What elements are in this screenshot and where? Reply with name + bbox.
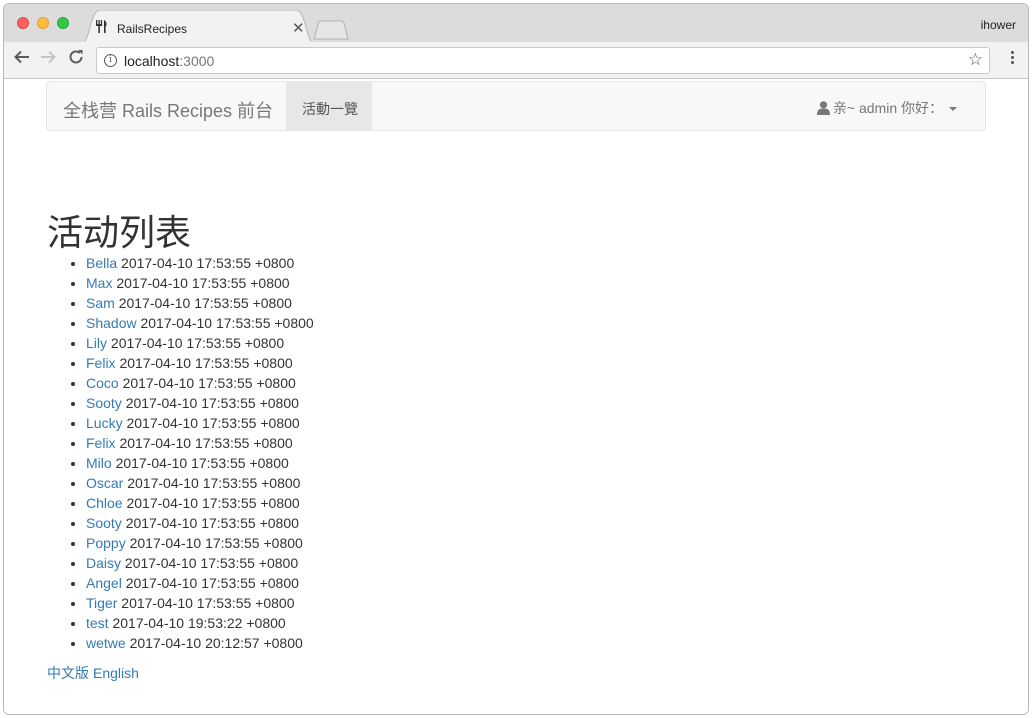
list-item: Max 2017-04-10 17:53:55 +0800 xyxy=(86,273,314,293)
profile-name[interactable]: ihower xyxy=(981,18,1016,32)
list-item: Felix 2017-04-10 17:53:55 +0800 xyxy=(86,433,314,453)
page-title: 活动列表 xyxy=(47,213,192,254)
event-link[interactable]: Shadow xyxy=(86,315,137,331)
event-link[interactable]: Sooty xyxy=(86,395,122,411)
event-time: 2017-04-10 17:53:55 +0800 xyxy=(122,375,296,391)
event-time: 2017-04-10 17:53:55 +0800 xyxy=(121,255,295,271)
event-time: 2017-04-10 17:53:55 +0800 xyxy=(125,515,299,531)
list-item: Poppy 2017-04-10 17:53:55 +0800 xyxy=(86,533,314,553)
user-dropdown[interactable]: 亲~ admin 你好： xyxy=(816,98,957,118)
event-time: 2017-04-10 17:53:55 +0800 xyxy=(116,275,290,291)
new-tab-button[interactable] xyxy=(313,20,349,40)
event-link[interactable]: wetwe xyxy=(86,635,126,651)
caret-down-icon xyxy=(949,107,957,111)
list-item: Bella 2017-04-10 17:53:55 +0800 xyxy=(86,253,314,273)
back-arrow-icon[interactable] xyxy=(14,49,30,69)
minimize-window-button[interactable] xyxy=(37,17,49,29)
tab-strip: RailsRecipes ✕ ihower xyxy=(4,4,1028,43)
list-item: Oscar 2017-04-10 17:53:55 +0800 xyxy=(86,473,314,493)
browser-toolbar: i localhost:3000 ☆ xyxy=(4,42,1028,79)
more-vert-icon[interactable] xyxy=(1009,51,1015,66)
event-time: 2017-04-10 17:53:55 +0800 xyxy=(127,475,301,491)
event-link[interactable]: Daisy xyxy=(86,555,121,571)
event-link[interactable]: Chloe xyxy=(86,495,123,511)
list-item: Felix 2017-04-10 17:53:55 +0800 xyxy=(86,353,314,373)
locale-en-link[interactable]: English xyxy=(93,665,139,681)
list-item: Angel 2017-04-10 17:53:55 +0800 xyxy=(86,573,314,593)
event-time: 2017-04-10 20:12:57 +0800 xyxy=(129,635,303,651)
event-link[interactable]: Milo xyxy=(86,455,112,471)
event-link[interactable]: Sooty xyxy=(86,515,122,531)
event-link[interactable]: Max xyxy=(86,275,112,291)
event-time: 2017-04-10 17:53:55 +0800 xyxy=(124,555,299,571)
reload-icon[interactable] xyxy=(68,49,84,69)
list-item: Sam 2017-04-10 17:53:55 +0800 xyxy=(86,293,314,313)
browser-window: RailsRecipes ✕ ihower i localhost:3000 ☆… xyxy=(3,3,1029,715)
event-time: 2017-04-10 17:53:55 +0800 xyxy=(115,455,289,471)
event-link[interactable]: Tiger xyxy=(86,595,117,611)
list-item: Coco 2017-04-10 17:53:55 +0800 xyxy=(86,373,314,393)
user-icon xyxy=(816,101,830,118)
user-greeting: 亲~ admin 你好： xyxy=(832,100,943,116)
event-time: 2017-04-10 17:53:55 +0800 xyxy=(119,435,293,451)
event-time: 2017-04-10 19:53:22 +0800 xyxy=(112,615,286,631)
tab-title: RailsRecipes xyxy=(117,22,188,36)
nav-item-events-label: 活動一覽 xyxy=(302,101,358,117)
nav-item-events[interactable]: 活動一覽 xyxy=(286,82,372,130)
event-time: 2017-04-10 17:53:55 +0800 xyxy=(118,295,292,311)
event-time: 2017-04-10 17:53:55 +0800 xyxy=(110,335,285,351)
restaurant-icon xyxy=(96,20,107,36)
event-time: 2017-04-10 17:53:55 +0800 xyxy=(126,415,300,431)
list-item: Lily 2017-04-10 17:53:55 +0800 xyxy=(86,333,314,353)
close-window-button[interactable] xyxy=(17,17,29,29)
event-link[interactable]: Poppy xyxy=(86,535,126,551)
event-time: 2017-04-10 17:53:55 +0800 xyxy=(119,355,293,371)
site-navbar: 全栈营 Rails Recipes 前台 活動一覽 亲~ admin 你好： xyxy=(46,81,986,131)
event-link[interactable]: Coco xyxy=(86,375,119,391)
event-link[interactable]: Oscar xyxy=(86,475,123,491)
list-item: Chloe 2017-04-10 17:53:55 +0800 xyxy=(86,493,314,513)
event-time: 2017-04-10 17:53:55 +0800 xyxy=(126,495,300,511)
event-link[interactable]: Sam xyxy=(86,295,115,311)
event-link[interactable]: Felix xyxy=(86,355,116,371)
list-item: Shadow 2017-04-10 17:53:55 +0800 xyxy=(86,313,314,333)
event-time: 2017-04-10 17:53:55 +0800 xyxy=(125,575,299,591)
event-time: 2017-04-10 17:53:55 +0800 xyxy=(140,315,314,331)
url-text[interactable]: localhost:3000 xyxy=(124,53,214,69)
star-icon[interactable]: ☆ xyxy=(968,50,983,70)
event-link[interactable]: Lily xyxy=(86,335,107,351)
list-item: Sooty 2017-04-10 17:53:55 +0800 xyxy=(86,513,314,533)
forward-arrow-icon[interactable] xyxy=(40,49,56,69)
list-item: wetwe 2017-04-10 20:12:57 +0800 xyxy=(86,633,314,653)
event-link[interactable]: test xyxy=(86,615,109,631)
locale-switcher: 中文版 English xyxy=(47,663,143,683)
tab-railsrecipes[interactable]: RailsRecipes ✕ xyxy=(82,10,314,43)
event-time: 2017-04-10 17:53:55 +0800 xyxy=(129,535,303,551)
event-time: 2017-04-10 17:53:55 +0800 xyxy=(121,595,295,611)
navbar-brand[interactable]: 全栈营 Rails Recipes 前台 xyxy=(63,97,273,123)
list-item: Tiger 2017-04-10 17:53:55 +0800 xyxy=(86,593,314,613)
page-content: 全栈营 Rails Recipes 前台 活動一覽 亲~ admin 你好： 活… xyxy=(4,79,1028,714)
event-link[interactable]: Felix xyxy=(86,435,116,451)
list-item: Sooty 2017-04-10 17:53:55 +0800 xyxy=(86,393,314,413)
close-icon[interactable]: ✕ xyxy=(292,19,305,37)
events-list: Bella 2017-04-10 17:53:55 +0800Max 2017-… xyxy=(46,253,314,653)
event-time: 2017-04-10 17:53:55 +0800 xyxy=(125,395,299,411)
info-icon[interactable]: i xyxy=(104,54,117,67)
address-bar[interactable]: i localhost:3000 ☆ xyxy=(96,47,990,74)
list-item: Daisy 2017-04-10 17:53:55 +0800 xyxy=(86,553,314,573)
zoom-window-button[interactable] xyxy=(57,17,69,29)
locale-zh-link[interactable]: 中文版 xyxy=(47,665,89,681)
list-item: test 2017-04-10 19:53:22 +0800 xyxy=(86,613,314,633)
list-item: Milo 2017-04-10 17:53:55 +0800 xyxy=(86,453,314,473)
list-item: Lucky 2017-04-10 17:53:55 +0800 xyxy=(86,413,314,433)
event-link[interactable]: Angel xyxy=(86,575,122,591)
event-link[interactable]: Lucky xyxy=(86,415,123,431)
event-link[interactable]: Bella xyxy=(86,255,117,271)
